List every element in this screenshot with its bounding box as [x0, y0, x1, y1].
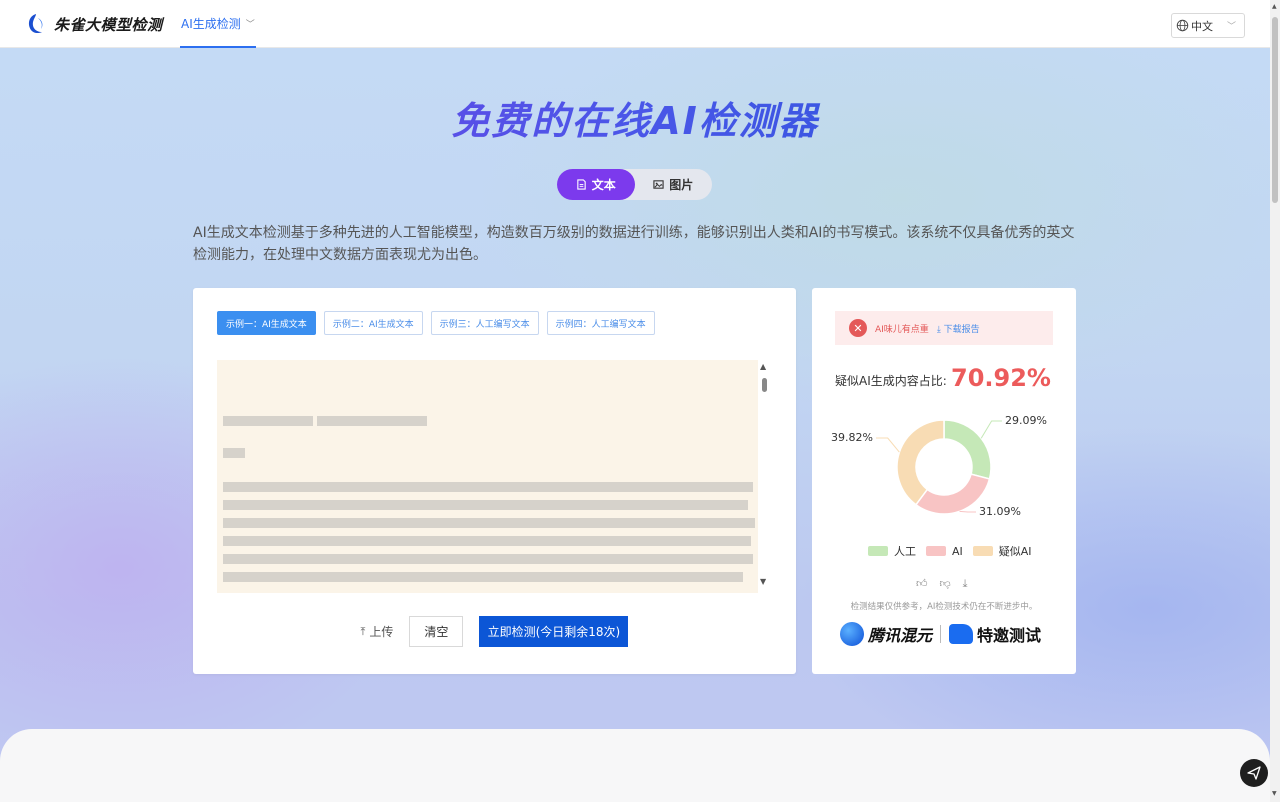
- example-button-4[interactable]: 示例四：人工编写文本: [546, 311, 655, 335]
- donut-leader-line-2: [959, 510, 976, 513]
- example-buttons: 示例一：AI生成文本 示例二：AI生成文本 示例三：人工编写文本 示例四：人工编…: [217, 311, 663, 335]
- tab-text[interactable]: 文本: [557, 169, 635, 200]
- ratio-value: 70.92%: [951, 364, 1051, 392]
- legend-label: AI: [952, 544, 963, 558]
- chevron-down-icon: ﹀: [1226, 22, 1236, 32]
- scroll-down-icon[interactable]: ▼: [760, 577, 766, 586]
- nav-tab-ai-detection[interactable]: AI生成检测 ﹀: [180, 0, 256, 48]
- zhuque-logo-icon: [28, 14, 43, 34]
- legend-item-human[interactable]: 人工: [868, 543, 916, 559]
- send-feedback-button[interactable]: [1240, 759, 1268, 787]
- upload-button[interactable]: ⤒ 上传: [361, 623, 394, 640]
- globe-icon: [1176, 19, 1189, 32]
- bottom-section: [0, 729, 1270, 802]
- partner-brands: 腾讯混元 特邀测试: [840, 622, 1041, 646]
- donut-slice-1[interactable]: [943, 419, 992, 480]
- legend-label: 疑似AI: [998, 545, 1032, 558]
- brand-name: 朱雀大模型检测: [54, 15, 163, 34]
- text-input-area[interactable]: [217, 360, 758, 593]
- page-scrollbar[interactable]: ▲ ▼: [1270, 0, 1280, 802]
- language-label: 中文: [1191, 19, 1213, 33]
- legend-swatch: [868, 546, 888, 556]
- example-button-1[interactable]: 示例一：AI生成文本: [217, 311, 316, 335]
- top-header: 朱雀大模型检测 AI生成检测 ﹀ 中文 ﹀: [0, 0, 1270, 48]
- blurred-text: [317, 416, 427, 426]
- chevron-down-icon: ﹀: [245, 19, 255, 30]
- hunyuan-logo-icon: [840, 622, 864, 646]
- donut-value-label-3: 39.82%: [831, 431, 873, 444]
- invited-test-logo-icon: [949, 624, 974, 644]
- blurred-text: [223, 536, 751, 546]
- clear-button[interactable]: 清空: [409, 616, 464, 647]
- divider: [940, 625, 942, 643]
- donut-value-label-2: 31.09%: [979, 505, 1021, 518]
- feedback-bar: 👍︎ 👎︎ ⤓: [916, 577, 980, 591]
- scroll-thumb[interactable]: [762, 378, 767, 392]
- blurred-text: [223, 554, 753, 564]
- alert-text: AI味儿有点重: [875, 324, 929, 335]
- send-icon: [1247, 766, 1261, 780]
- nav-tab-label: AI生成检测: [181, 16, 241, 31]
- page-title: 免费的在线AI检测器: [0, 90, 1270, 145]
- error-icon: ✕: [849, 319, 867, 337]
- scroll-up-icon[interactable]: ▲: [760, 362, 766, 371]
- document-icon: [577, 179, 586, 190]
- download-report-link[interactable]: ⤓ 下载报告: [937, 322, 980, 335]
- ratio-label: 疑似AI生成内容占比:: [835, 374, 947, 388]
- blurred-text: [223, 448, 245, 458]
- brand-logo[interactable]: 朱雀大模型检测: [24, 12, 163, 36]
- chart-legend: 人工 AI 疑似AI: [868, 543, 1042, 559]
- language-select[interactable]: 中文 ﹀: [1171, 13, 1245, 38]
- brand-1-label: 腾讯混元: [868, 626, 933, 645]
- upload-icon: ⤒: [360, 624, 366, 638]
- blurred-text: [223, 482, 753, 492]
- blurred-text: [223, 572, 743, 582]
- blurred-text: [223, 416, 313, 426]
- legend-swatch: [926, 546, 946, 556]
- scroll-down-icon[interactable]: ▼: [1272, 790, 1277, 797]
- tab-image[interactable]: 图片: [635, 169, 713, 200]
- example-button-3[interactable]: 示例三：人工编写文本: [430, 311, 539, 335]
- legend-swatch: [972, 546, 993, 556]
- example-button-2[interactable]: 示例二：AI生成文本: [323, 311, 423, 335]
- brand-2-label: 特邀测试: [977, 626, 1042, 645]
- thumbs-up-icon[interactable]: 👍︎: [916, 577, 928, 591]
- hunyuan-brand: 腾讯混元: [840, 622, 932, 646]
- legend-item-suspect[interactable]: 疑似AI: [972, 543, 1032, 559]
- donut-slice-3[interactable]: [896, 419, 945, 506]
- tab-image-label: 图片: [669, 178, 694, 192]
- result-donut-chart: 29.09% 31.09% 39.82%: [831, 414, 1047, 518]
- action-bar: ⤒ 上传 清空 立即检测(今日剩余18次): [193, 616, 796, 647]
- text-area-scrollbar[interactable]: ▲ ▼: [760, 362, 768, 591]
- mode-switch: 文本 图片: [557, 169, 712, 200]
- image-icon: [653, 180, 664, 189]
- scroll-up-icon[interactable]: ▲: [1272, 3, 1277, 10]
- detect-button[interactable]: 立即检测(今日剩余18次): [479, 616, 629, 647]
- description: AI生成文本检测基于多种先进的人工智能模型，构造数百万级别的数据进行训练，能够识…: [193, 225, 1075, 263]
- thumbs-down-icon[interactable]: 👎︎: [940, 577, 951, 591]
- detector-input-card: 示例一：AI生成文本 示例二：AI生成文本 示例三：人工编写文本 示例四：人工编…: [193, 288, 796, 674]
- donut-leader-line-1: [980, 420, 1002, 439]
- tab-text-label: 文本: [591, 178, 616, 192]
- page-scroll-thumb[interactable]: [1272, 17, 1278, 203]
- result-alert: ✕ AI味儿有点重 ⤓ 下载报告: [835, 311, 1053, 345]
- download-label: 下载报告: [943, 324, 980, 335]
- disclaimer: 检测结果仅供参考，AI检测技术仍在不断进步中。: [850, 602, 1038, 612]
- donut-value-label-1: 29.09%: [1005, 414, 1047, 427]
- legend-label: 人工: [894, 545, 916, 558]
- blurred-text: [223, 500, 748, 510]
- blurred-text: [223, 518, 755, 528]
- upload-label: 上传: [369, 625, 394, 639]
- legend-item-ai[interactable]: AI: [926, 543, 963, 559]
- download-icon[interactable]: ⤓: [963, 577, 968, 591]
- result-card: ✕ AI味儿有点重 ⤓ 下载报告 疑似AI生成内容占比: 70.92% 29.0…: [812, 288, 1076, 674]
- donut-leader-line-3: [876, 437, 900, 453]
- invited-test-brand: 特邀测试: [949, 622, 1041, 646]
